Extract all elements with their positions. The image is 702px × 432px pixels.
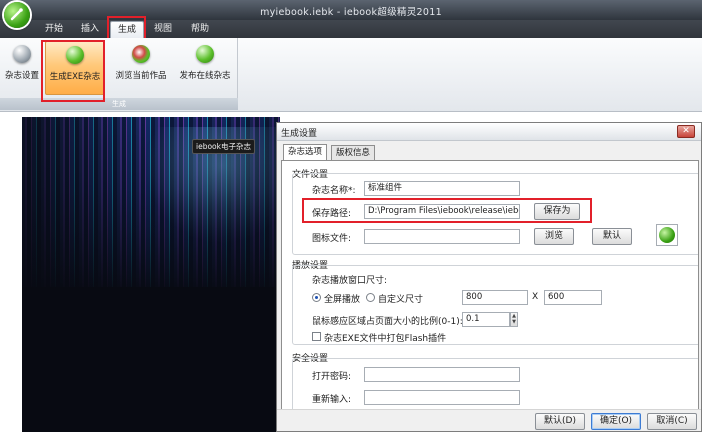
cancel-button[interactable]: 取消(C) [647, 413, 697, 430]
ribbon-group-label: 生成 [0, 98, 238, 110]
browse-button[interactable]: 浏览 [534, 228, 574, 245]
globe-icon [196, 45, 214, 63]
magazine-name-input[interactable]: 标准组件 [364, 181, 520, 196]
window-title: myiebook.iebk - iebook超级精灵2011 [260, 7, 442, 18]
tab-help[interactable]: 帮助 [182, 21, 218, 38]
reenter-password-input[interactable] [364, 390, 520, 405]
generate-exe-button[interactable]: 生成EXE杂志 [45, 41, 105, 95]
icon-preview [656, 224, 678, 246]
title-bar: myiebook.iebk - iebook超级精灵2011 [0, 0, 702, 20]
icon-file-input[interactable] [364, 229, 520, 244]
dialog-title: 生成设置 [281, 129, 318, 139]
ribbon: 杂志设置 生成EXE杂志 浏览当前作品 发布在线杂志 生成 [0, 38, 702, 112]
tab-magazine-options[interactable]: 杂志选项 [283, 144, 328, 161]
ratio-input[interactable]: 0.1 [462, 312, 510, 327]
open-password-input[interactable] [364, 367, 520, 382]
pack-flash-checkbox[interactable] [312, 332, 321, 341]
ratio-label: 鼠标感应区域占页面大小的比例(0-1): [312, 317, 463, 327]
ribbon-group-generate: 杂志设置 生成EXE杂志 浏览当前作品 发布在线杂志 生成 [0, 38, 238, 110]
width-input[interactable]: 800 [462, 290, 528, 305]
save-path-label: 保存路径: [312, 209, 352, 219]
publish-online-button[interactable]: 发布在线杂志 [174, 41, 236, 93]
size-x-label: X [532, 292, 539, 302]
icon-file-label: 图标文件: [312, 234, 352, 244]
dialog-title-bar: 生成设置 ✕ [277, 123, 701, 141]
menu-tab-bar: 开始 插入 生成 视图 帮助 [0, 20, 702, 38]
default-icon-button[interactable]: 默认 [592, 228, 632, 245]
fullscreen-radio[interactable] [312, 293, 321, 302]
publish-online-label: 发布在线杂志 [179, 71, 231, 81]
tab-copyright-info[interactable]: 版权信息 [331, 145, 376, 160]
ratio-spinner[interactable]: ▲ ▼ [510, 312, 518, 327]
fullscreen-label: 全屏播放 [324, 295, 361, 305]
preview-magazine-label: iebook电子杂志 [192, 139, 255, 154]
close-icon[interactable]: ✕ [677, 125, 695, 138]
app-ball-icon [659, 227, 675, 243]
dialog-body: 文件设置 杂志名称*: 标准组件 保存路径: D:\Program Files\… [281, 160, 699, 426]
magazine-settings-button[interactable]: 杂志设置 [2, 41, 42, 93]
save-path-input[interactable]: D:\Program Files\iebook\release\iebook.e… [364, 204, 520, 219]
tab-generate[interactable]: 生成 [110, 21, 144, 38]
app-window: myiebook.iebk - iebook超级精灵2011 开始 插入 生成 … [0, 0, 702, 432]
magazine-settings-label: 杂志设置 [4, 71, 39, 81]
browse-current-button[interactable]: 浏览当前作品 [110, 41, 172, 93]
footer-default-button[interactable]: 默认(D) [535, 413, 585, 430]
custom-size-radio[interactable] [366, 293, 375, 302]
magazine-preview: iebook电子杂志 [22, 117, 280, 432]
eye-icon [132, 45, 150, 63]
ok-button[interactable]: 确定(O) [591, 413, 641, 430]
gear-icon [13, 45, 31, 63]
generate-settings-dialog: 生成设置 ✕ 杂志选项 版权信息 文件设置 杂志名称*: 标准组件 保存路径: … [276, 122, 702, 432]
window-size-label: 杂志播放窗口尺寸: [312, 276, 388, 286]
tab-insert[interactable]: 插入 [72, 21, 108, 38]
custom-size-label: 自定义尺寸 [378, 295, 424, 305]
app-logo-icon[interactable] [4, 2, 30, 28]
browse-current-label: 浏览当前作品 [115, 71, 167, 81]
dialog-footer: 默认(D) 确定(O) 取消(C) [277, 409, 701, 431]
pack-flash-label: 杂志EXE文件中打包Flash插件 [324, 334, 447, 344]
tab-view[interactable]: 视图 [146, 21, 180, 38]
reenter-password-label: 重新输入: [312, 395, 352, 405]
height-input[interactable]: 600 [544, 290, 602, 305]
open-password-label: 打开密码: [312, 372, 352, 382]
magazine-name-label: 杂志名称*: [312, 186, 356, 196]
generate-exe-label: 生成EXE杂志 [49, 72, 101, 82]
play-icon [66, 46, 84, 64]
tab-start[interactable]: 开始 [36, 21, 72, 38]
save-as-button[interactable]: 保存为 [534, 203, 580, 220]
